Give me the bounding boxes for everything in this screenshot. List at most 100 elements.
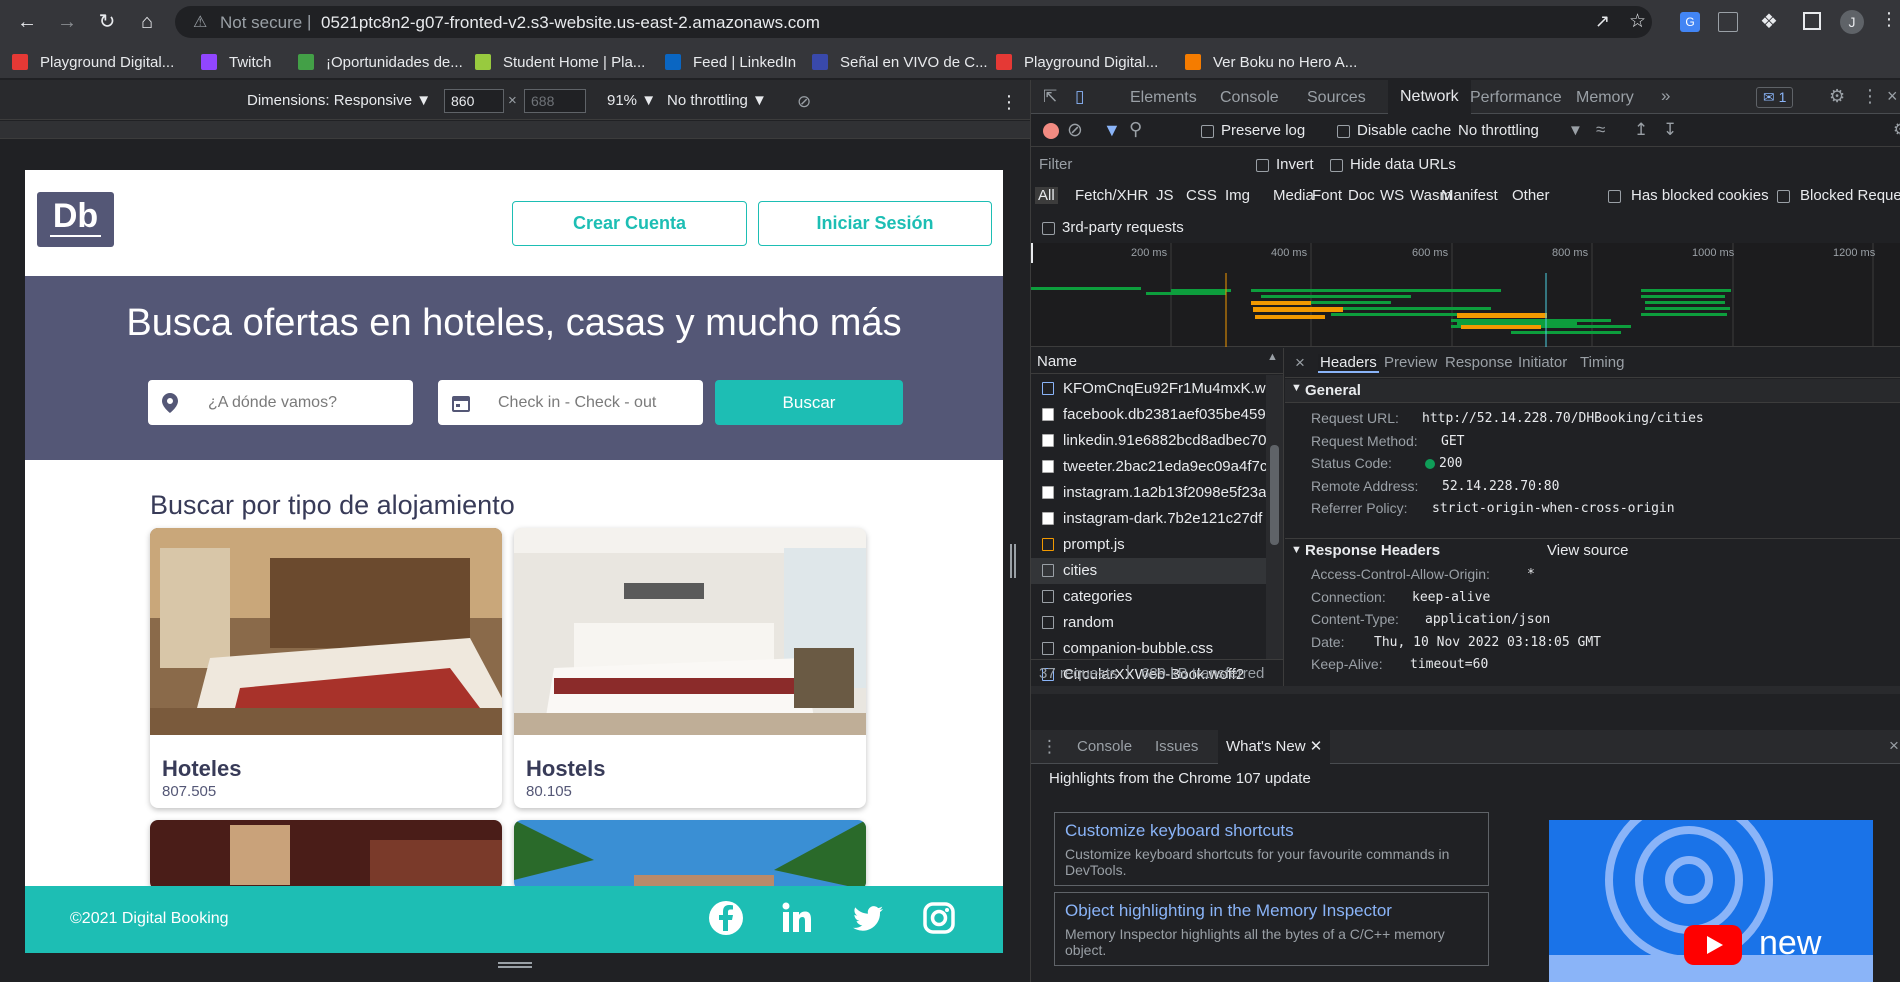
close-tab-icon[interactable]: ✕: [1310, 738, 1323, 755]
type-filter-other[interactable]: Other: [1512, 187, 1550, 204]
drawer-tab-whats-new[interactable]: What's New ✕: [1218, 730, 1331, 764]
close-drawer-icon[interactable]: ×: [1889, 736, 1899, 756]
inspect-icon[interactable]: ⇱: [1043, 87, 1057, 107]
request-row[interactable]: linkedin.91e6882bcd8adbec70: [1031, 428, 1276, 454]
dimensions-select[interactable]: Dimensions: Responsive ▼: [247, 92, 431, 109]
header-value[interactable]: http://52.14.228.70/DHBooking/cities: [1422, 411, 1704, 426]
back-icon[interactable]: ←: [14, 9, 40, 35]
whats-new-item-title[interactable]: Customize keyboard shortcuts: [1065, 821, 1294, 841]
request-row[interactable]: prompt.js: [1031, 532, 1276, 558]
address-bar[interactable]: ⚠ Not secure | 0521ptc8n2-g07-fronted-v2…: [175, 6, 1652, 38]
third-party-checkbox[interactable]: [1042, 222, 1055, 235]
request-row[interactable]: cities: [1031, 558, 1276, 584]
tab-console[interactable]: Console: [1220, 89, 1279, 107]
resize-handle-bottom[interactable]: [498, 962, 532, 968]
translate-icon[interactable]: G: [1680, 12, 1700, 32]
type-filter-all[interactable]: All: [1035, 187, 1058, 204]
throttle-select[interactable]: No throttling ▼: [667, 92, 767, 109]
url-text[interactable]: 0521ptc8n2-g07-fronted-v2.s3-website.us-…: [321, 13, 820, 33]
login-button[interactable]: Iniciar Sesión: [758, 201, 992, 246]
drawer-menu-icon[interactable]: ⋮: [1041, 737, 1058, 757]
play-icon[interactable]: [1684, 925, 1742, 965]
request-row[interactable]: tweeter.2bac21eda9ec09a4f7c: [1031, 454, 1276, 480]
name-column-header[interactable]: Name: [1037, 353, 1077, 370]
record-icon[interactable]: [1043, 123, 1059, 139]
export-icon[interactable]: ↧: [1663, 120, 1677, 140]
sidepanel-icon[interactable]: [1803, 12, 1821, 30]
type-filter-css[interactable]: CSS: [1186, 187, 1217, 204]
device-toggle-icon[interactable]: ▯: [1075, 87, 1084, 107]
header-value[interactable]: Thu, 10 Nov 2022 03:18:05 GMT: [1374, 635, 1601, 650]
request-row[interactable]: categories: [1031, 584, 1276, 610]
search-icon[interactable]: ⚲: [1129, 119, 1142, 140]
whats-new-item[interactable]: Customize keyboard shortcuts Customize k…: [1054, 812, 1489, 886]
rotate-icon[interactable]: ⊘: [797, 92, 811, 112]
clear-icon[interactable]: ⊘: [1067, 119, 1083, 142]
resize-handle-right[interactable]: [1010, 544, 1016, 578]
import-icon[interactable]: ↥: [1634, 120, 1648, 140]
category-card-partial[interactable]: [514, 820, 866, 890]
close-details-icon[interactable]: ×: [1295, 353, 1305, 373]
category-card-partial[interactable]: [150, 820, 502, 890]
tab-elements[interactable]: Elements: [1130, 89, 1197, 107]
wifi-icon[interactable]: ≈: [1596, 120, 1605, 140]
header-value[interactable]: strict-origin-when-cross-origin: [1432, 501, 1675, 516]
more-tabs-icon[interactable]: »: [1661, 86, 1670, 106]
header-value[interactable]: *: [1527, 567, 1535, 582]
tab-network[interactable]: Network: [1388, 80, 1471, 114]
whats-new-video[interactable]: new: [1549, 820, 1873, 982]
header-value[interactable]: keep-alive: [1412, 590, 1490, 605]
home-icon[interactable]: ⌂: [134, 9, 160, 35]
whats-new-item[interactable]: Object highlighting in the Memory Inspec…: [1054, 892, 1489, 966]
request-row[interactable]: KFOmCnqEu92Fr1Mu4mxK.wo: [1031, 376, 1276, 402]
logo[interactable]: Db: [37, 192, 114, 247]
tab-performance[interactable]: Performance: [1470, 89, 1562, 107]
filter-icon[interactable]: ▼: [1103, 120, 1121, 141]
type-filter-media[interactable]: Media: [1273, 187, 1314, 204]
reload-icon[interactable]: ↻: [94, 9, 120, 35]
details-tab-timing[interactable]: Timing: [1580, 354, 1624, 371]
twitter-icon[interactable]: [849, 899, 887, 937]
share-icon[interactable]: ↗: [1595, 11, 1610, 32]
bookmark-item[interactable]: ¡Oportunidades de...: [298, 52, 463, 72]
blocked-cookies-checkbox[interactable]: [1608, 190, 1621, 203]
tab-sources[interactable]: Sources: [1307, 89, 1366, 107]
width-input[interactable]: [444, 89, 504, 113]
type-filter-ws[interactable]: WS: [1380, 187, 1404, 204]
request-row[interactable]: facebook.db2381aef035be459: [1031, 402, 1276, 428]
category-card-hostels[interactable]: Hostels 80.105: [514, 528, 866, 808]
bookmark-item[interactable]: Student Home | Pla...: [475, 52, 645, 72]
settings-icon[interactable]: ⚙: [1829, 86, 1845, 107]
view-source-link[interactable]: View source: [1547, 542, 1628, 559]
throttling-select[interactable]: No throttling: [1458, 122, 1539, 139]
bookmark-item[interactable]: Twitch: [201, 52, 272, 72]
devtools-menu-icon[interactable]: ⋮: [1861, 86, 1879, 107]
scrollbar-thumb[interactable]: [1270, 445, 1279, 545]
network-overview-timeline[interactable]: 200 ms 400 ms 600 ms 800 ms 1000 ms 1200 ms: [1031, 243, 1900, 347]
details-tab-initiator[interactable]: Initiator: [1518, 354, 1567, 371]
request-row[interactable]: instagram.1a2b13f2098e5f23a: [1031, 480, 1276, 506]
general-section-header[interactable]: ▼ General: [1285, 379, 1900, 403]
filter-input[interactable]: Filter: [1039, 156, 1072, 173]
tab-memory[interactable]: Memory: [1576, 89, 1634, 107]
close-devtools-icon[interactable]: ×: [1887, 86, 1898, 107]
star-icon[interactable]: ☆: [1629, 10, 1646, 33]
bookmark-item[interactable]: Playground Digital...: [996, 52, 1158, 72]
type-filter-img[interactable]: Img: [1225, 187, 1250, 204]
bookmark-item[interactable]: Ver Boku no Hero A...: [1185, 52, 1357, 72]
panel-splitter[interactable]: [1031, 686, 1900, 694]
blocked-requests-checkbox[interactable]: [1777, 190, 1790, 203]
drawer-tab-issues[interactable]: Issues: [1155, 738, 1198, 755]
issues-badge[interactable]: ✉ 1: [1756, 87, 1794, 108]
menu-icon[interactable]: ⋮: [1880, 9, 1898, 30]
type-filter-font[interactable]: Font: [1312, 187, 1342, 204]
invert-checkbox[interactable]: [1256, 159, 1269, 172]
whats-new-item-title[interactable]: Object highlighting in the Memory Inspec…: [1065, 901, 1392, 921]
bookmark-item[interactable]: Feed | LinkedIn: [665, 52, 796, 72]
disable-cache-checkbox[interactable]: [1337, 125, 1350, 138]
profile-avatar[interactable]: J: [1840, 10, 1864, 34]
type-filter-js[interactable]: JS: [1156, 187, 1174, 204]
request-row[interactable]: instagram-dark.7b2e121c27df: [1031, 506, 1276, 532]
dates-input[interactable]: Check in - Check - out: [438, 380, 703, 425]
puzzle-icon[interactable]: ❖: [1760, 9, 1778, 34]
